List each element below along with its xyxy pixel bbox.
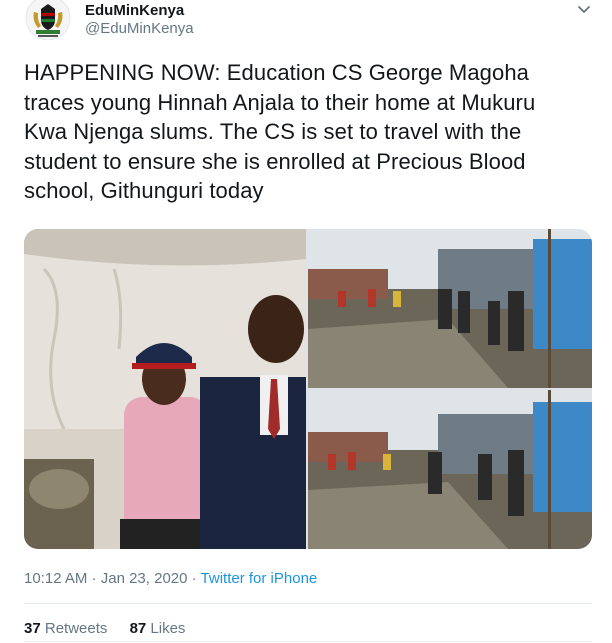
likes-count: 87 <box>129 620 147 637</box>
chevron-down-icon[interactable] <box>574 2 594 18</box>
coat-of-arms-icon <box>25 0 71 40</box>
tweet-meta: 10:12 AM · Jan 23, 2020 · Twitter for iP… <box>24 570 317 587</box>
photo-street-walk-1[interactable] <box>308 229 592 388</box>
likes-stat[interactable]: 87 Likes <box>130 620 186 637</box>
divider <box>24 603 592 604</box>
likes-label: Likes <box>146 620 186 637</box>
meta-separator: · <box>187 570 201 587</box>
tweet-source-link[interactable]: Twitter for iPhone <box>201 570 318 587</box>
author-name[interactable]: EduMinKenya <box>85 2 184 19</box>
author-handle[interactable]: @EduMinKenya <box>85 20 194 37</box>
media-grid <box>24 229 592 549</box>
divider <box>24 641 592 642</box>
photo-cs-with-student[interactable] <box>24 229 306 549</box>
retweets-label: Retweets <box>40 620 108 637</box>
retweets-count: 37 <box>24 620 41 637</box>
tweet-stats: 37 Retweets 87 Likes <box>24 620 203 637</box>
tweet-card: EduMinKenya @EduMinKenya HAPPENING NOW: … <box>0 0 612 643</box>
meta-separator: · <box>87 570 101 587</box>
tweet-time[interactable]: 10:12 AM <box>24 570 87 587</box>
photo-street-walk-2[interactable] <box>308 390 592 549</box>
tweet-date[interactable]: Jan 23, 2020 <box>101 570 188 587</box>
tweet-text: HAPPENING NOW: Education CS George Magoh… <box>24 60 536 203</box>
avatar[interactable] <box>24 0 72 40</box>
retweets-stat[interactable]: 37 Retweets <box>24 620 107 637</box>
